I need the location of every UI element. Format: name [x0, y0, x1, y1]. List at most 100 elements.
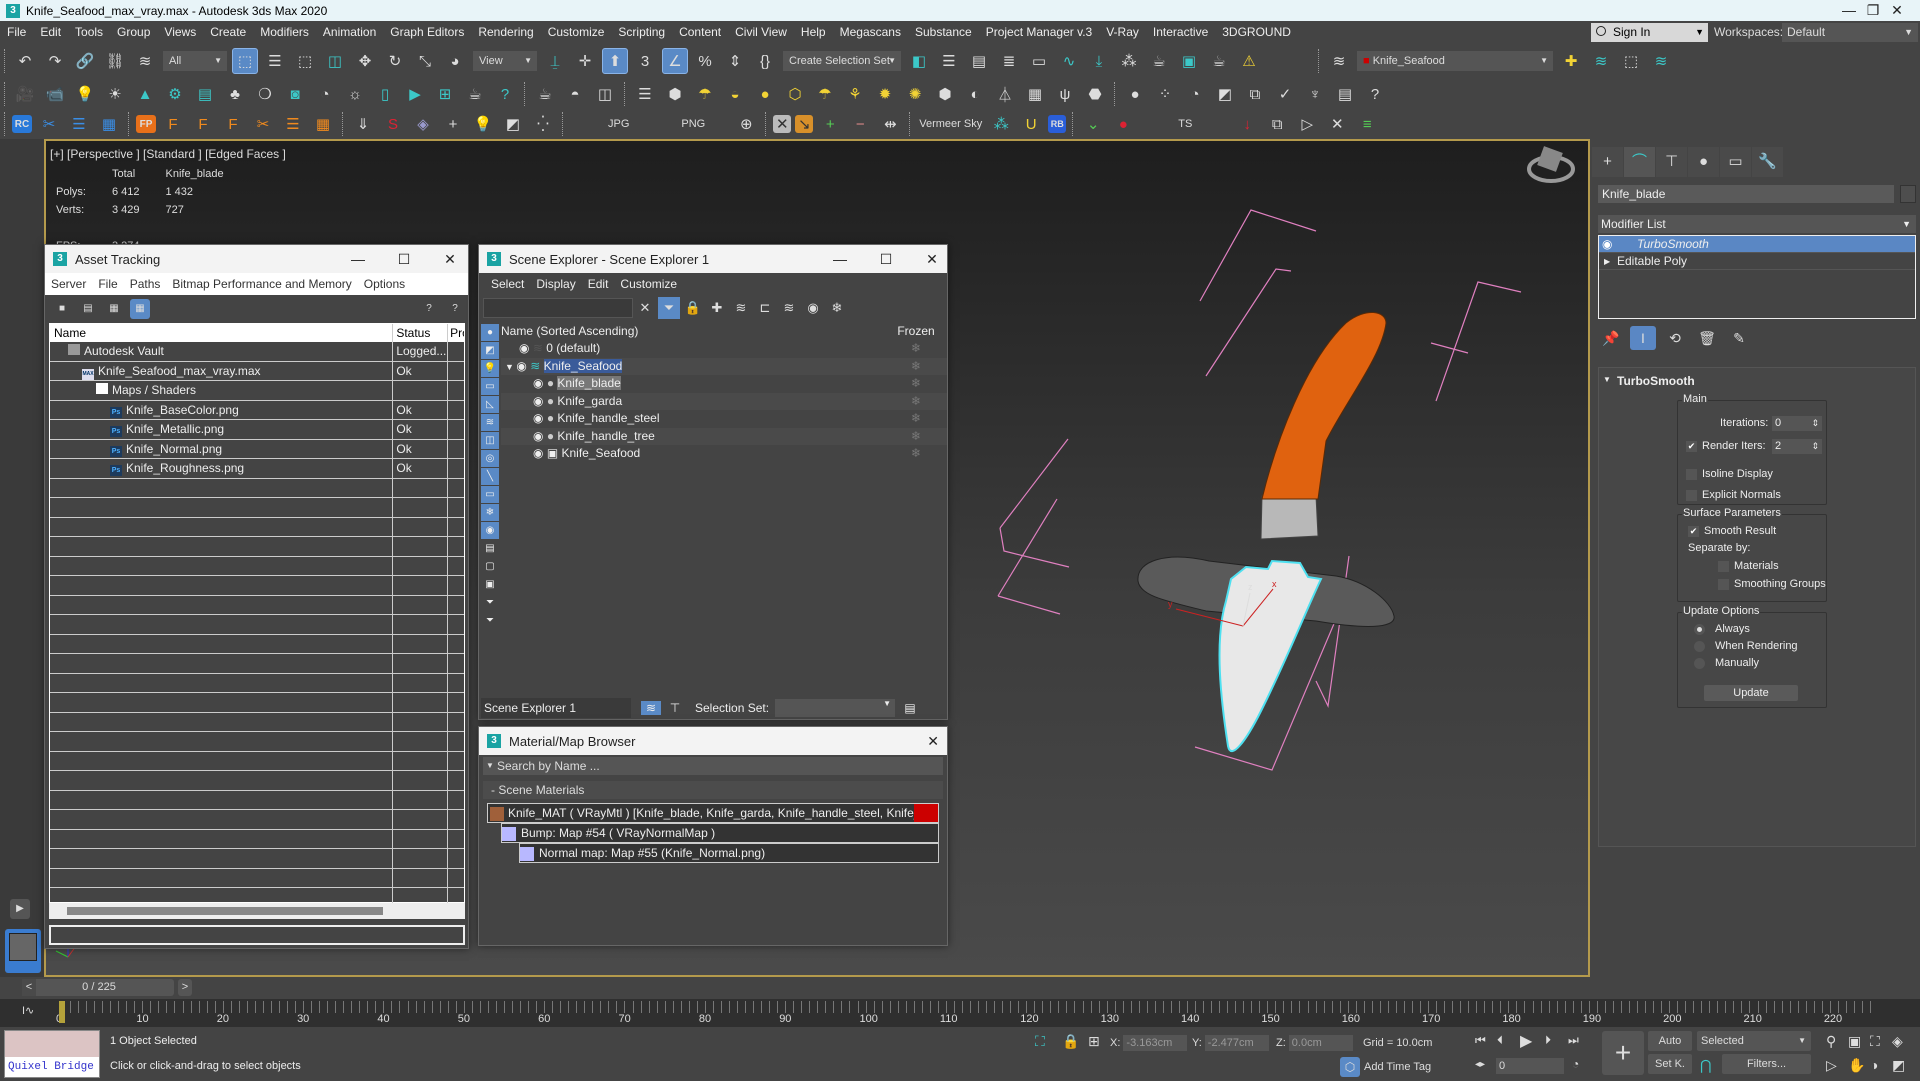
quixel-bridge-panel[interactable]: Quixel Bridge: [4, 1030, 100, 1078]
render-setup-icon[interactable]: ☕: [1146, 48, 1172, 74]
manage-sets-icon[interactable]: ▤: [901, 701, 919, 715]
trash-grid-icon[interactable]: ⧉: [1264, 111, 1290, 137]
toolbar-grip[interactable]: [4, 49, 6, 73]
tab-create-icon[interactable]: +: [1592, 147, 1623, 177]
time-config-icon[interactable]: ◔: [1572, 1057, 1579, 1071]
scene-row[interactable]: ◉ ≋ 0 (default) ❄: [501, 340, 947, 358]
go-to-start-icon[interactable]: ⏮: [1475, 1033, 1486, 1048]
display-none-icon[interactable]: ▢: [481, 558, 499, 575]
crosshair-icon[interactable]: ⊕: [733, 111, 759, 137]
menu-vray[interactable]: V-Ray: [1099, 25, 1146, 39]
menu-substance[interactable]: Substance: [908, 25, 979, 39]
play-icon[interactable]: ▶: [1520, 1031, 1532, 1051]
select-manipulate-icon[interactable]: ✛: [572, 48, 598, 74]
menu-bitmap-performance[interactable]: Bitmap Performance and Memory: [166, 277, 357, 291]
copy-material-icon[interactable]: ⧉: [1242, 81, 1268, 107]
palette2-icon[interactable]: ◔: [1182, 81, 1208, 107]
iterations-spinner[interactable]: 0: [1772, 416, 1822, 431]
filter-hidden-icon[interactable]: ◉: [481, 522, 499, 539]
add-green-icon[interactable]: +: [817, 111, 843, 137]
orange-grid-icon[interactable]: ▦: [310, 111, 336, 137]
filter-geometry-icon[interactable]: ●: [481, 324, 499, 341]
toolbar-grip[interactable]: [765, 112, 767, 136]
asset-row[interactable]: Autodesk Vault Logged...: [50, 342, 464, 362]
toolbar-grip[interactable]: [1114, 82, 1116, 106]
filter-spacewarps-icon[interactable]: ≋: [481, 414, 499, 431]
stack-item-turbosmooth[interactable]: ◉ TurboSmooth: [1599, 236, 1915, 253]
select-in-layer-icon[interactable]: ⬚: [1618, 48, 1644, 74]
hierarchy-icon[interactable]: ⊏: [754, 297, 776, 319]
maximize-viewport-icon[interactable]: ◩: [1892, 1057, 1905, 1074]
menu-tools[interactable]: Tools: [68, 25, 110, 39]
filter-funnel-icon[interactable]: ⏷: [481, 612, 499, 629]
remove-modifier-icon[interactable]: 🗑: [1694, 326, 1720, 350]
u-icon[interactable]: U: [1018, 111, 1044, 137]
next-key-icon[interactable]: ⏵: [1545, 1033, 1551, 1048]
orange-tools-icon[interactable]: ✂: [250, 111, 276, 137]
eye-icon[interactable]: ◉: [533, 429, 547, 443]
lamp-add-icon[interactable]: ♆: [1302, 81, 1328, 107]
list-icon[interactable]: ▤: [78, 299, 98, 319]
mirror-icon[interactable]: ◧: [906, 48, 932, 74]
rect-selection-icon[interactable]: ⬚: [292, 48, 318, 74]
lock-icon[interactable]: 🔒: [682, 297, 704, 319]
time-tag-icon[interactable]: ⬡: [1340, 1057, 1360, 1077]
maximize-button[interactable]: ☐: [871, 245, 901, 273]
pivot-icon[interactable]: ⍊: [542, 48, 568, 74]
select-object-icon[interactable]: ⬚: [232, 48, 258, 74]
explorer-name-dropdown[interactable]: Scene Explorer 1: [481, 698, 631, 718]
selection-filter-dropdown[interactable]: All ▼: [163, 51, 227, 71]
material-swap-icon[interactable]: ◩: [1212, 81, 1238, 107]
refresh-icon[interactable]: ■: [52, 299, 72, 319]
minus-icon[interactable]: −: [847, 111, 873, 137]
redo-icon[interactable]: ↷: [42, 48, 68, 74]
viewcube[interactable]: [1527, 146, 1575, 183]
hamburger-icon[interactable]: ≡: [1354, 111, 1380, 137]
lamp-icon[interactable]: ☂: [812, 81, 838, 107]
expand-arrow-icon[interactable]: ▶: [1604, 253, 1610, 270]
freeze-icon[interactable]: ❄: [826, 297, 848, 319]
schematic-icon[interactable]: ⤓: [1086, 48, 1112, 74]
configure-sets-icon[interactable]: ✎: [1726, 326, 1752, 350]
place-icon[interactable]: ◕: [442, 48, 468, 74]
sign-in-dropdown[interactable]: Sign In ▼: [1591, 23, 1708, 42]
render-iters-checkbox[interactable]: ✔ Render Iters:: [1686, 440, 1766, 452]
layer-manager-icon[interactable]: ≋: [1326, 48, 1352, 74]
toolbar-grip[interactable]: [624, 82, 626, 106]
jpg-button[interactable]: JPG: [608, 118, 629, 130]
window-crossing-icon[interactable]: ◫: [322, 48, 348, 74]
umbrella-icon[interactable]: ☂: [692, 81, 718, 107]
x-field[interactable]: -3.163cm: [1123, 1035, 1188, 1051]
bulb-icon[interactable]: 💡: [470, 111, 496, 137]
proxy-icon[interactable]: ♣: [222, 81, 248, 107]
play-outline-icon[interactable]: ▷: [1294, 111, 1320, 137]
tab-motion-icon[interactable]: ●: [1688, 147, 1719, 177]
tab-hierarchy-icon[interactable]: ⊤: [1656, 147, 1687, 177]
filter-cameras-icon[interactable]: ▭: [481, 378, 499, 395]
scene-search-input[interactable]: [483, 298, 633, 318]
asset-tracking-titlebar[interactable]: 3 Asset Tracking — ☐ ✕: [45, 245, 468, 273]
snap-3d-icon[interactable]: 3: [632, 48, 658, 74]
x-box-icon[interactable]: ✕: [773, 115, 792, 133]
undo-icon[interactable]: ↶: [12, 48, 38, 74]
align-icon[interactable]: ☰: [936, 48, 962, 74]
isolate-icon[interactable]: ⛶: [1035, 1033, 1045, 1050]
track-bar[interactable]: I∿ 0102030405060708090100110120130140150…: [0, 999, 1920, 1027]
menu-server[interactable]: Server: [45, 277, 92, 291]
frozen-toggle-icon[interactable]: ❄: [885, 375, 947, 393]
list-icon[interactable]: ▤: [192, 81, 218, 107]
frozen-toggle-icon[interactable]: ❄: [885, 393, 947, 411]
eye-icon[interactable]: ◉: [533, 411, 547, 425]
sphere-icon[interactable]: ●: [752, 81, 778, 107]
menu-3dground[interactable]: 3DGROUND: [1215, 25, 1298, 39]
layer-explorer-icon[interactable]: ≣: [996, 48, 1022, 74]
material-browser-titlebar[interactable]: 3 Material/Map Browser ✕: [479, 727, 947, 755]
sort-by-layer-icon[interactable]: ≋: [641, 701, 661, 715]
add-to-layer-icon[interactable]: ≋: [1588, 48, 1614, 74]
pin-stack-icon[interactable]: 📌: [1598, 326, 1624, 350]
thumbnails-icon[interactable]: ▦: [104, 299, 124, 319]
geosphere-icon[interactable]: ⬡: [782, 81, 808, 107]
menu-display[interactable]: Display: [530, 277, 581, 291]
smooth-result-checkbox[interactable]: ✔ Smooth Result: [1688, 525, 1776, 537]
menu-scripting[interactable]: Scripting: [611, 25, 672, 39]
